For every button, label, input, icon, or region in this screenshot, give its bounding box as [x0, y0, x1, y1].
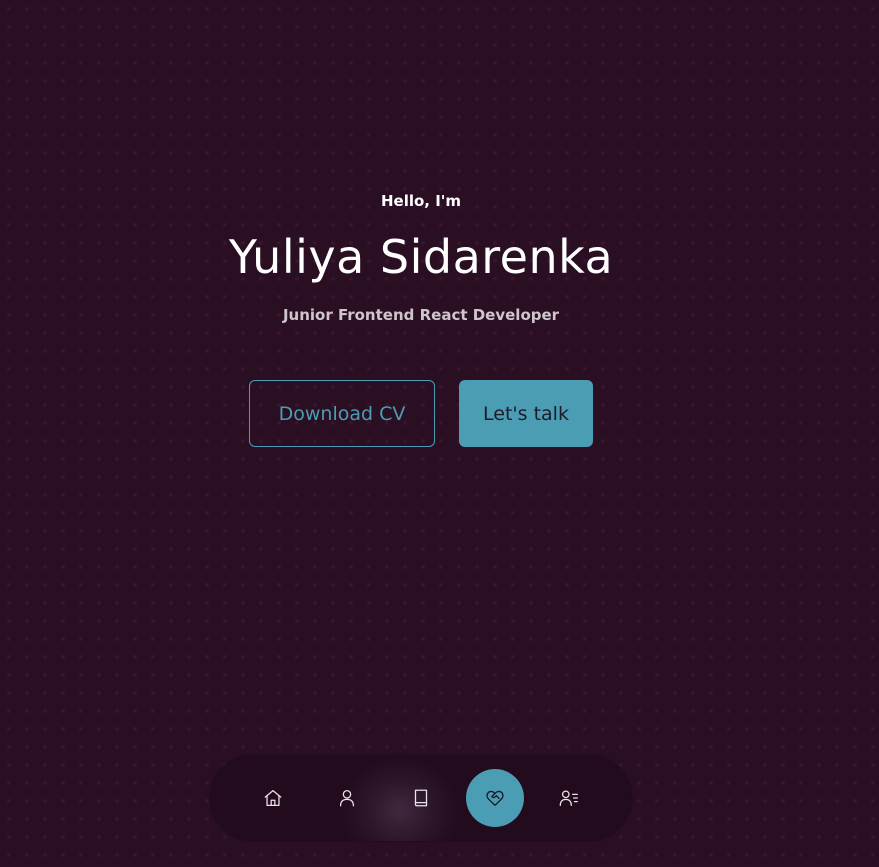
home-icon	[264, 790, 282, 806]
nav-home-button[interactable]	[244, 769, 302, 827]
nav-experience-button[interactable]	[392, 769, 450, 827]
bottom-navigation	[210, 755, 632, 841]
job-title: Junior Frontend React Developer	[282, 306, 560, 324]
hero-name: Yuliya Sidarenka	[228, 230, 614, 284]
lets-talk-button[interactable]: Let's talk	[459, 380, 593, 447]
contact-list-icon	[559, 790, 578, 806]
nav-services-button[interactable]	[466, 769, 524, 827]
book-icon	[414, 789, 428, 807]
user-icon	[339, 790, 355, 807]
heart-handshake-icon	[486, 790, 504, 806]
nav-about-button[interactable]	[318, 769, 376, 827]
download-cv-button[interactable]: Download CV	[249, 380, 435, 447]
nav-contact-button[interactable]	[540, 769, 598, 827]
greeting-text: Hello, I'm	[380, 192, 462, 210]
